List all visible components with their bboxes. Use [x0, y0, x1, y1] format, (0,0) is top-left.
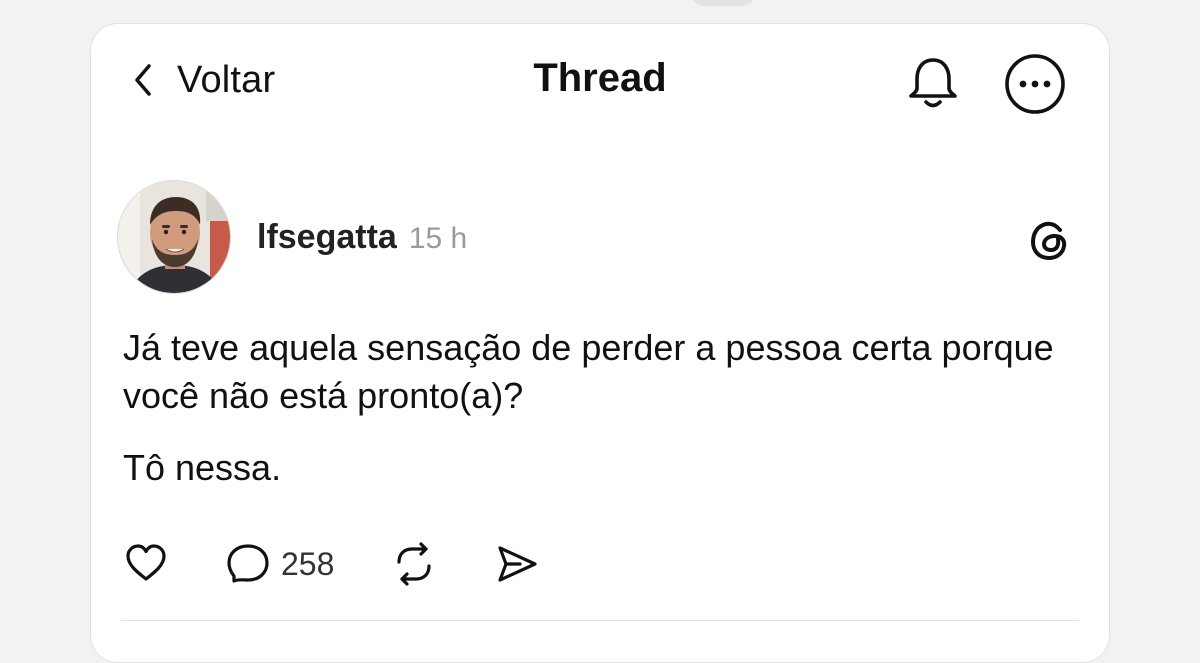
threads-logo-icon[interactable] [1027, 218, 1073, 264]
avatar[interactable] [117, 180, 231, 294]
reply-bubble-icon [227, 544, 269, 583]
post-author: lfsegatta 15 h [257, 218, 467, 257]
post-body: Já teve aquela sensação de perder a pess… [123, 324, 1083, 516]
post-paragraph: Já teve aquela sensação de perder a pess… [123, 327, 1054, 416]
repost-button[interactable] [390, 540, 438, 588]
reply-count: 258 [281, 545, 335, 582]
reply-button[interactable]: 258 [225, 541, 334, 587]
bell-icon[interactable] [903, 52, 963, 112]
post-paragraph: Tô nessa. [123, 447, 282, 488]
back-button[interactable]: Voltar [129, 54, 275, 106]
chevron-left-icon [135, 64, 151, 96]
repost-icon [397, 542, 431, 586]
username[interactable]: lfsegatta [257, 218, 397, 257]
top-handle [690, 0, 756, 6]
share-button[interactable] [494, 541, 540, 587]
post-actions: 258 [123, 540, 596, 588]
avatar-photo [118, 181, 230, 293]
share-icon [498, 546, 537, 582]
thread-card: Voltar Thread lfsegatta 15 h Já teve aqu… [90, 23, 1110, 663]
divider [121, 620, 1079, 621]
like-button[interactable] [123, 541, 169, 587]
more-options-icon[interactable] [1003, 52, 1067, 116]
post-time: 15 h [408, 222, 468, 255]
back-label: Voltar [177, 58, 276, 101]
heart-icon [126, 544, 166, 581]
